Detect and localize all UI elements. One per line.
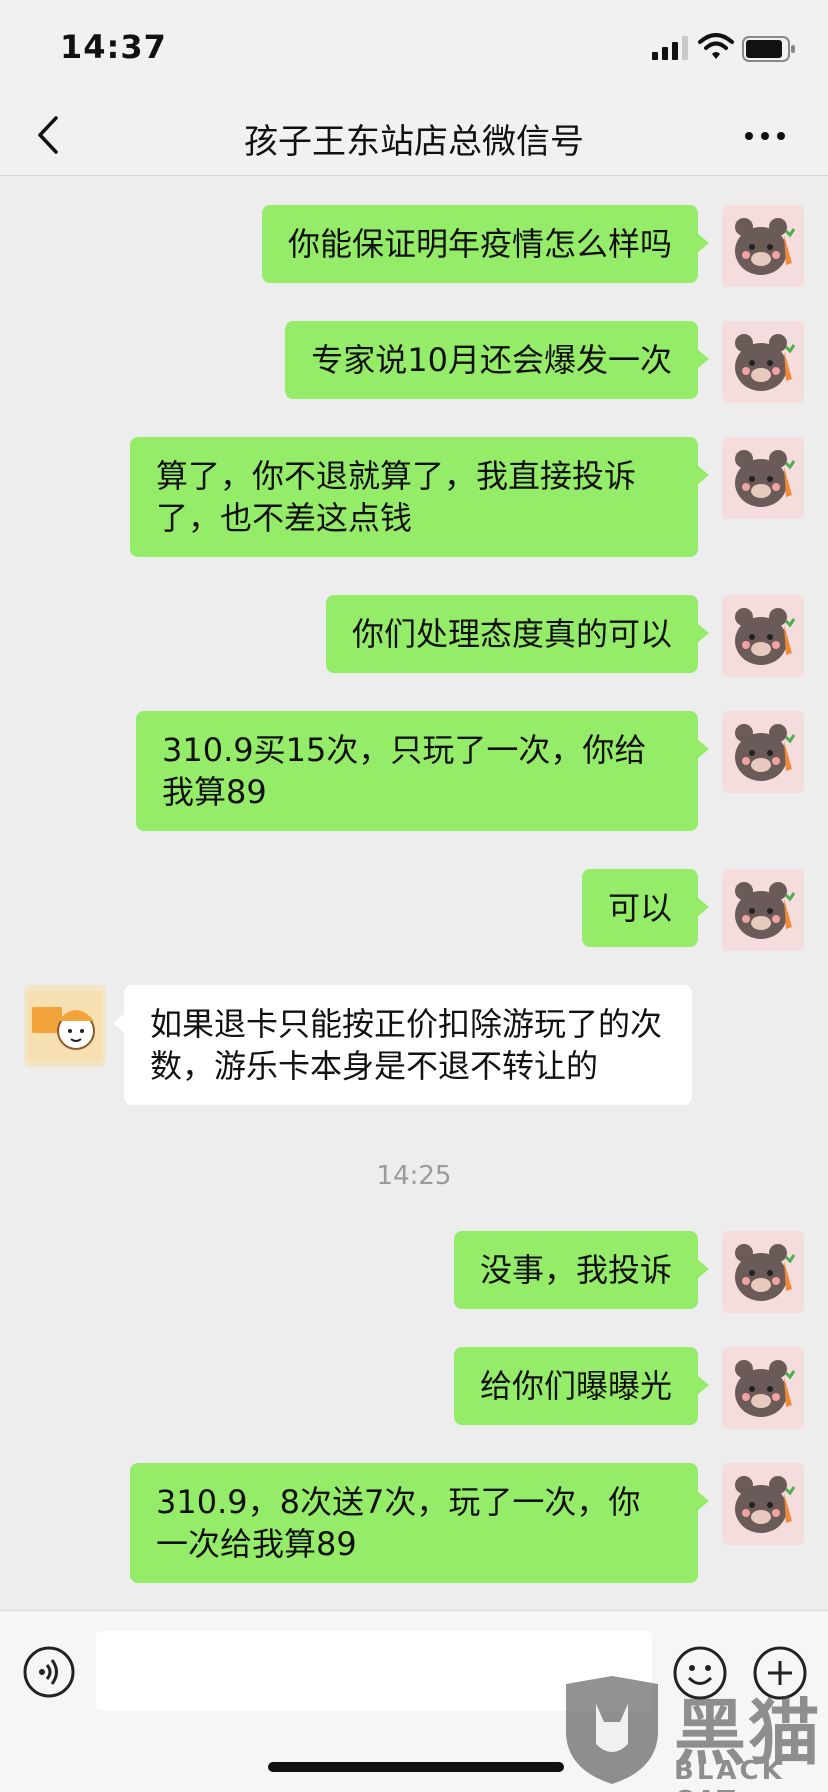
my-message-bubble[interactable]: 没事，我投诉 bbox=[453, 1231, 710, 1309]
signal-icon bbox=[652, 36, 688, 60]
my-message-bubble[interactable]: 专家说10月还会爆发一次 bbox=[285, 321, 709, 399]
my-message-bubble[interactable]: 可以 bbox=[581, 869, 710, 947]
message-item: 专家说10月还会爆发一次 bbox=[0, 321, 828, 405]
wifi-icon bbox=[698, 33, 734, 59]
bear-avatar-icon bbox=[735, 724, 796, 781]
message-item: 310.9，8次送7次，玩了一次，你一次给我算89 bbox=[0, 1463, 828, 1589]
bear-avatar-icon bbox=[735, 450, 796, 507]
message-item: 如果退卡只能按正价扣除游玩了的次数，游乐卡本身是不退不转让的 bbox=[0, 985, 828, 1111]
message-timestamp: 14:25 bbox=[376, 1161, 452, 1191]
my-avatar[interactable] bbox=[722, 321, 804, 403]
bear-avatar-icon bbox=[735, 882, 796, 939]
my-avatar[interactable] bbox=[722, 711, 804, 793]
watermark: 黑猫 BLACK CAT bbox=[556, 1674, 828, 1792]
my-message-bubble[interactable]: 给你们曝曝光 bbox=[453, 1347, 710, 1425]
bear-avatar-icon bbox=[735, 218, 796, 275]
home-indicator bbox=[268, 1762, 564, 1772]
message-list: 你能保证明年疫情怎么样吗 专家说10月还会爆发一次 算了，你不退就算了，我直接投… bbox=[0, 177, 828, 1609]
chat-title: 孩子王东站店总微信号 bbox=[244, 122, 584, 162]
more-icon[interactable] bbox=[740, 118, 790, 154]
my-avatar[interactable] bbox=[722, 1231, 804, 1313]
message-item: 没事，我投诉 bbox=[0, 1231, 828, 1315]
my-avatar[interactable] bbox=[722, 437, 804, 519]
my-message-bubble[interactable]: 算了，你不退就算了，我直接投诉了，也不差这点钱 bbox=[130, 437, 709, 557]
bear-avatar-icon bbox=[735, 1360, 796, 1417]
bear-avatar-icon bbox=[735, 334, 796, 391]
my-message-bubble[interactable]: 你能保证明年疫情怎么样吗 bbox=[261, 205, 710, 283]
black-cat-logo-icon bbox=[566, 1676, 658, 1784]
my-avatar[interactable] bbox=[722, 205, 804, 287]
bear-avatar-icon bbox=[735, 608, 796, 665]
chat-screen: 14:37 孩子王东站店总微信号 你能保证明年疫情怎么样吗 专家说10月还会爆发… bbox=[0, 0, 828, 1792]
message-item: 310.9买15次，只玩了一次，你给我算89 bbox=[0, 711, 828, 837]
my-avatar[interactable] bbox=[722, 869, 804, 951]
other-message-bubble[interactable]: 如果退卡只能按正价扣除游玩了的次数，游乐卡本身是不退不转让的 bbox=[113, 985, 692, 1105]
bear-avatar-icon bbox=[735, 1244, 796, 1301]
my-avatar[interactable] bbox=[722, 595, 804, 677]
message-item: 算了，你不退就算了，我直接投诉了，也不差这点钱 bbox=[0, 437, 828, 563]
mascot-avatar-icon bbox=[28, 991, 102, 1061]
bear-avatar-icon bbox=[735, 1476, 796, 1533]
my-avatar[interactable] bbox=[722, 1463, 804, 1545]
status-bar: 14:37 bbox=[0, 0, 828, 96]
message-item: 给你们曝曝光 bbox=[0, 1347, 828, 1431]
status-time: 14:37 bbox=[60, 28, 167, 66]
message-item: 可以 bbox=[0, 869, 828, 953]
my-message-bubble[interactable]: 你们处理态度真的可以 bbox=[325, 595, 710, 673]
my-message-bubble[interactable]: 310.9，8次送7次，玩了一次，你一次给我算89 bbox=[130, 1463, 709, 1583]
battery-icon bbox=[742, 36, 795, 62]
nav-bar: 孩子王东站店总微信号 bbox=[0, 96, 828, 176]
voice-icon[interactable] bbox=[22, 1645, 76, 1699]
watermark-sub: BLACK CAT bbox=[674, 1756, 785, 1792]
my-message-bubble[interactable]: 310.9买15次，只玩了一次，你给我算89 bbox=[136, 711, 709, 831]
message-item: 你能保证明年疫情怎么样吗 bbox=[0, 205, 828, 289]
store-avatar[interactable] bbox=[24, 985, 106, 1067]
message-item: 你们处理态度真的可以 bbox=[0, 595, 828, 679]
my-avatar[interactable] bbox=[722, 1347, 804, 1429]
